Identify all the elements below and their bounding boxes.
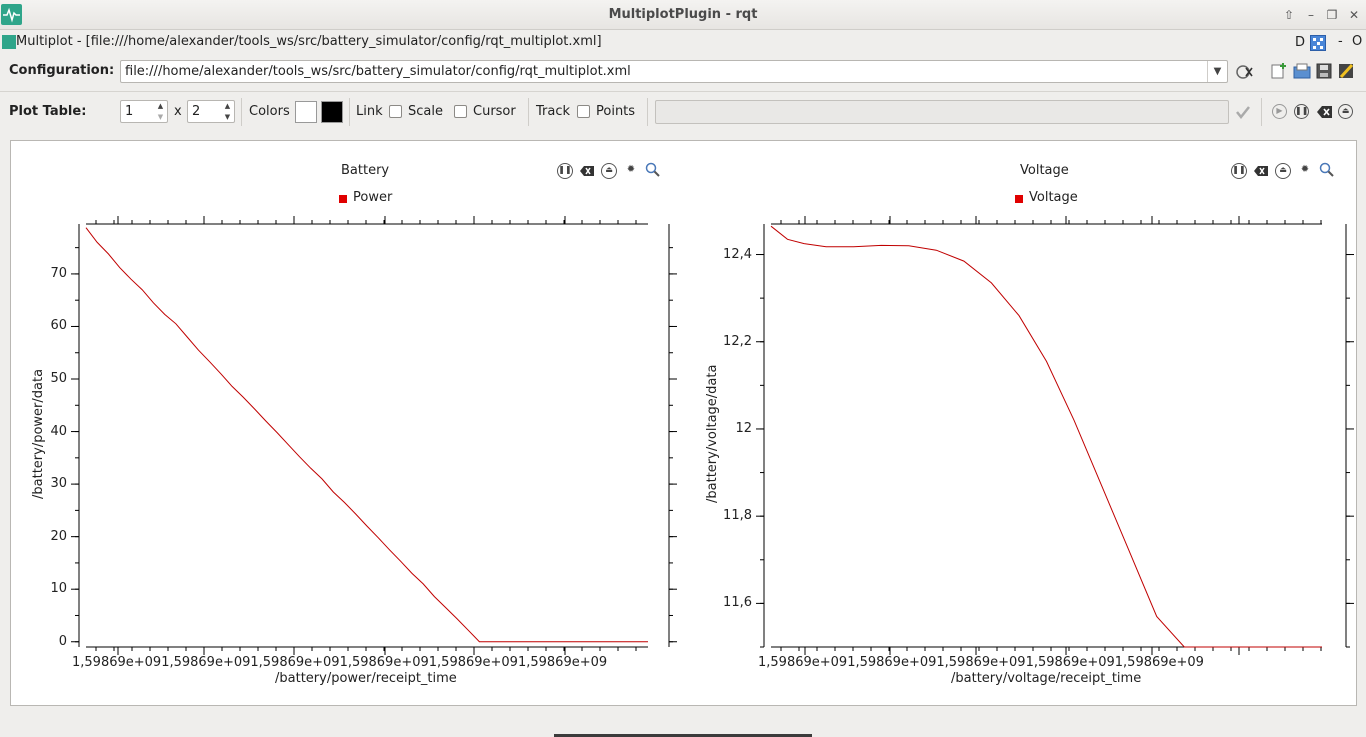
configuration-row: Configuration: file:///home/alexander/to… xyxy=(0,58,1366,86)
x-axis-label-battery: /battery/power/receipt_time xyxy=(275,671,457,686)
colors-label: Colors xyxy=(249,104,290,119)
gear-icon[interactable]: ✹ xyxy=(1297,163,1313,179)
plot-table-label: Plot Table: xyxy=(9,104,87,119)
plugin-header: Multiplot - [file:///home/alexander/tool… xyxy=(0,32,1366,54)
close-icon[interactable]: ✕ xyxy=(1345,6,1363,24)
clear-icon[interactable] xyxy=(1253,163,1269,179)
export-icon[interactable]: ⏏ xyxy=(1275,163,1291,179)
y-tick-label: 0 xyxy=(58,633,67,649)
configuration-path: file:///home/alexander/tools_ws/src/batt… xyxy=(125,64,631,79)
clear-config-icon[interactable] xyxy=(1236,63,1254,81)
cursor-label: Cursor xyxy=(473,104,516,119)
columns-spinbox[interactable]: 2 ▲ ▼ xyxy=(187,100,235,123)
link-cursor-checkbox[interactable] xyxy=(454,105,467,118)
dock-icon[interactable] xyxy=(1310,35,1326,51)
track-points-checkbox[interactable] xyxy=(577,105,590,118)
chart-battery xyxy=(71,216,677,655)
toolbar-divider xyxy=(0,91,1366,92)
points-label: Points xyxy=(596,104,636,119)
y-tick-label: 70 xyxy=(50,265,67,281)
rows-value: 1 xyxy=(125,104,134,119)
times-label: x xyxy=(174,104,182,119)
series-line-voltage xyxy=(770,225,1322,648)
plot-canvas[interactable] xyxy=(11,141,1358,707)
spin-up-icon[interactable]: ▲ xyxy=(154,101,167,112)
y-tick-label: 12,4 xyxy=(723,246,752,262)
zoom-icon[interactable] xyxy=(1319,162,1335,178)
plugin-title: Multiplot - [file:///home/alexander/tool… xyxy=(16,34,602,49)
legend-swatch-voltage xyxy=(1015,195,1023,203)
multiplot-icon xyxy=(2,35,16,49)
y-tick-label: 11,6 xyxy=(723,595,752,611)
checkmark-icon[interactable] xyxy=(1234,103,1252,121)
scale-label: Scale xyxy=(408,104,443,119)
spin-up-icon[interactable]: ▲ xyxy=(221,101,234,112)
x-tick-labels-voltage: 1,59869e+091,59869e+091,59869e+091,59869… xyxy=(758,655,1204,670)
play-icon[interactable]: ▶ xyxy=(1272,104,1287,119)
window-title: MultiplotPlugin - rqt xyxy=(608,7,758,22)
pause-icon[interactable]: ❚❚ xyxy=(1231,163,1247,179)
pause-icon[interactable]: ❚❚ xyxy=(1294,104,1309,119)
y-tick-label: 11,8 xyxy=(723,508,752,524)
y-tick-label: 20 xyxy=(50,528,67,544)
divider xyxy=(349,98,350,126)
legend-label-voltage: Voltage xyxy=(1029,190,1078,205)
x-tick-labels-battery: 1,59869e+091,59869e+091,59869e+091,59869… xyxy=(72,655,608,670)
divider xyxy=(647,98,648,126)
spin-down-icon[interactable]: ▼ xyxy=(154,112,167,123)
save-icon[interactable] xyxy=(1315,62,1333,80)
save-as-icon[interactable] xyxy=(1337,62,1355,80)
configuration-combo[interactable]: file:///home/alexander/tools_ws/src/batt… xyxy=(120,60,1228,83)
restore-icon[interactable]: ❐ xyxy=(1323,6,1341,24)
divider xyxy=(1261,98,1262,126)
plot-table-row: Plot Table: 1 ▲ ▼ x 2 ▲ ▼ Colors Link Sc… xyxy=(0,98,1366,126)
background-color-swatch[interactable] xyxy=(295,101,317,123)
options-button[interactable]: O xyxy=(1352,34,1362,49)
divider xyxy=(241,98,242,126)
divider xyxy=(528,98,529,126)
chevron-down-icon[interactable]: ▼ xyxy=(1207,61,1227,82)
chart-voltage xyxy=(756,216,1354,655)
open-config-icon[interactable] xyxy=(1293,62,1311,80)
configuration-label: Configuration: xyxy=(9,63,115,78)
window-titlebar[interactable]: MultiplotPlugin - rqt ⇧ – ❐ ✕ xyxy=(0,0,1366,30)
x-axis-label-voltage: /battery/voltage/receipt_time xyxy=(951,671,1142,686)
link-label: Link xyxy=(356,104,383,119)
spin-down-icon[interactable]: ▼ xyxy=(221,112,234,123)
minimize-icon[interactable]: – xyxy=(1302,6,1320,24)
y-axis-label-voltage: /battery/voltage/data xyxy=(705,364,720,503)
plot-title-voltage: Voltage xyxy=(1020,163,1069,178)
clear-icon[interactable] xyxy=(1316,103,1334,121)
new-config-icon[interactable] xyxy=(1270,62,1288,80)
export-icon[interactable]: ⏏ xyxy=(1338,104,1353,119)
series-line-power xyxy=(85,227,648,643)
columns-value: 2 xyxy=(192,104,201,119)
foreground-color-swatch[interactable] xyxy=(321,101,343,123)
track-input[interactable] xyxy=(655,100,1229,124)
y-tick-label: 12,2 xyxy=(723,333,752,349)
hide-button[interactable]: - xyxy=(1338,34,1343,49)
y-tick-label: 10 xyxy=(50,581,67,597)
y-tick-label: 60 xyxy=(50,318,67,334)
up-arrow-icon[interactable]: ⇧ xyxy=(1280,6,1298,24)
help-button[interactable]: D xyxy=(1295,35,1307,51)
y-axis-label-battery: /battery/power/data xyxy=(31,368,46,499)
link-scale-checkbox[interactable] xyxy=(389,105,402,118)
rows-spinbox[interactable]: 1 ▲ ▼ xyxy=(120,100,168,123)
plot-table: Battery ❚❚ ⏏ ✹ Power 0 10 20 30 40 50 60 70 1,5… xyxy=(10,140,1357,706)
track-label: Track xyxy=(536,104,571,119)
